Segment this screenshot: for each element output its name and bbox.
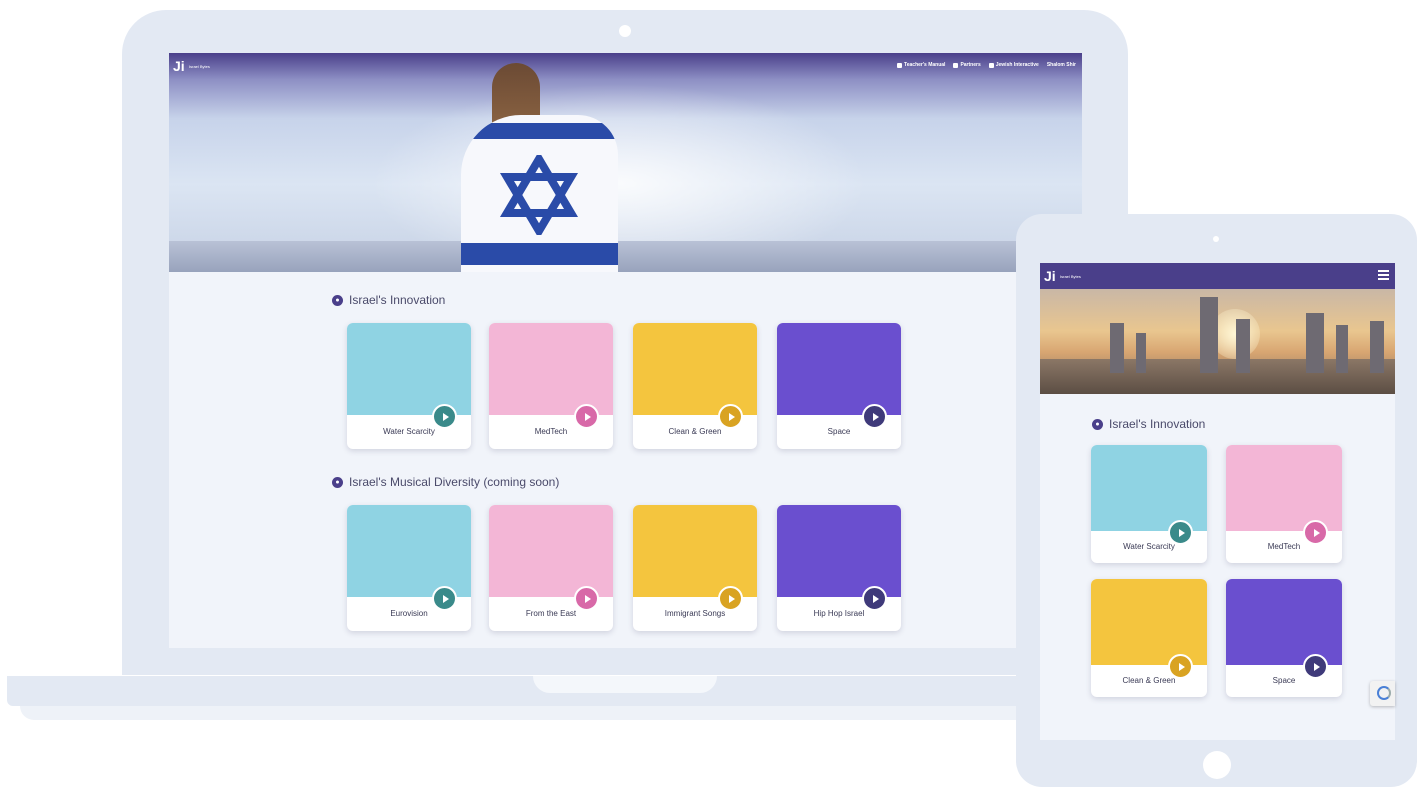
section-title: ● Israel's Innovation [332, 293, 445, 307]
skyscraper [1306, 313, 1324, 373]
card-label: MedTech [534, 427, 568, 436]
card-image [489, 323, 613, 415]
nav-link-label: Shalom Shir [1046, 62, 1076, 68]
nav-link[interactable]: Teacher's Manual [897, 62, 945, 68]
laptop-screen: Ji Israel Bytes Teacher's Manual Partners… [169, 53, 1082, 648]
tablet-hero-banner [1040, 289, 1395, 394]
card-label: Water Scarcity [383, 427, 435, 436]
topic-card[interactable]: MedTech [489, 323, 613, 449]
topic-card[interactable]: MedTech [1226, 445, 1342, 563]
card-image [1091, 445, 1207, 531]
ji-logo-icon [988, 62, 994, 68]
topic-card[interactable]: Hip Hop Israel [777, 505, 901, 631]
card-label: From the East [525, 609, 577, 618]
play-icon[interactable] [718, 586, 743, 611]
recaptcha-badge[interactable] [1370, 681, 1395, 706]
card-label: Water Scarcity [1123, 542, 1175, 551]
skyscraper [1236, 319, 1250, 373]
nav-links: Teacher's Manual Partners Jewish Interacti… [897, 62, 1076, 68]
tablet-top-navigation: Ji Israel Bytes [1040, 263, 1395, 289]
section-title-text: Israel's Musical Diversity (coming soon) [349, 475, 560, 489]
tablet-section-title: ● Israel's Innovation [1092, 417, 1205, 431]
card-label: MedTech [1267, 542, 1301, 551]
flag-stripe-bottom [461, 243, 618, 265]
laptop-camera [619, 25, 631, 37]
laptop-notch [533, 676, 717, 693]
play-icon[interactable] [862, 586, 887, 611]
tablet-home-button [1203, 751, 1231, 779]
card-image [1226, 445, 1342, 531]
tablet-site-logo[interactable]: Ji Israel Bytes [1044, 268, 1081, 284]
nav-link-label: Jewish Interactive [995, 62, 1039, 68]
hero-mountains [169, 241, 1082, 272]
skyscraper [1110, 323, 1124, 373]
topic-card[interactable]: Clean & Green [633, 323, 757, 449]
card-label: Hip Hop Israel [813, 609, 865, 618]
handshake-icon [953, 62, 959, 68]
ji-logo-icon: Ji [1044, 268, 1056, 284]
card-image [777, 323, 901, 415]
skyscraper [1370, 321, 1384, 373]
skyscraper [1200, 297, 1218, 373]
card-image [347, 323, 471, 415]
card-label: Space [827, 427, 851, 436]
play-icon[interactable] [574, 586, 599, 611]
card-image [633, 323, 757, 415]
section-title-text: Israel's Innovation [349, 293, 446, 307]
nav-link-label: Partners [960, 62, 981, 68]
topic-card[interactable]: From the East [489, 505, 613, 631]
laptop-base-shadow [20, 706, 1130, 720]
card-image [633, 505, 757, 597]
tablet-section-title-text: Israel's Innovation [1109, 417, 1206, 431]
hero-banner [169, 53, 1082, 272]
card-image [777, 505, 901, 597]
topic-card[interactable]: Clean & Green [1091, 579, 1207, 697]
book-icon [897, 62, 903, 68]
ji-logo-icon: Ji [173, 58, 185, 74]
card-label: Eurovision [390, 609, 428, 618]
topic-card[interactable]: Water Scarcity [347, 323, 471, 449]
top-navigation: Ji Israel Bytes Teacher's Manual Partners… [169, 53, 1082, 79]
hero-israel-flag [461, 115, 618, 272]
skyscraper [1336, 325, 1348, 373]
logo-text: Israel Bytes [189, 63, 210, 69]
card-image [347, 505, 471, 597]
topic-card[interactable]: Eurovision [347, 505, 471, 631]
tablet-camera [1213, 236, 1219, 242]
card-label: Clean & Green [668, 427, 722, 436]
hamburger-menu-icon[interactable] [1378, 270, 1389, 280]
card-label: Immigrant Songs [664, 609, 726, 618]
play-icon[interactable] [574, 404, 599, 429]
card-image [1091, 579, 1207, 665]
star-of-david-icon [499, 155, 579, 235]
card-label: Space [1272, 676, 1296, 685]
topic-card[interactable]: Immigrant Songs [633, 505, 757, 631]
tablet-logo-text: Israel Bytes [1060, 273, 1081, 279]
flag-stripe-top [461, 123, 618, 139]
play-icon[interactable] [432, 586, 457, 611]
lightbulb-icon: ● [1092, 418, 1103, 430]
card-image [1226, 579, 1342, 665]
tablet-screen: Ji Israel Bytes ● Israel's Innovation Wa… [1040, 263, 1395, 740]
nav-link[interactable]: Partners [953, 62, 981, 68]
play-icon[interactable] [432, 404, 457, 429]
section-title: ● Israel's Musical Diversity (coming soon… [332, 475, 559, 489]
topic-card[interactable]: Water Scarcity [1091, 445, 1207, 563]
skyscraper [1136, 333, 1146, 373]
nav-link[interactable]: Shalom Shir [1047, 62, 1076, 68]
play-icon[interactable] [862, 404, 887, 429]
card-label: Clean & Green [1122, 676, 1176, 685]
card-image [489, 505, 613, 597]
lightbulb-icon: ● [332, 294, 343, 306]
nav-link-label: Teacher's Manual [904, 62, 946, 68]
nav-link[interactable]: Jewish Interactive [988, 62, 1039, 68]
site-logo[interactable]: Ji Israel Bytes [173, 58, 210, 74]
topic-card[interactable]: Space [1226, 579, 1342, 697]
play-icon[interactable] [718, 404, 743, 429]
topic-card[interactable]: Space [777, 323, 901, 449]
music-icon: ● [332, 476, 343, 488]
